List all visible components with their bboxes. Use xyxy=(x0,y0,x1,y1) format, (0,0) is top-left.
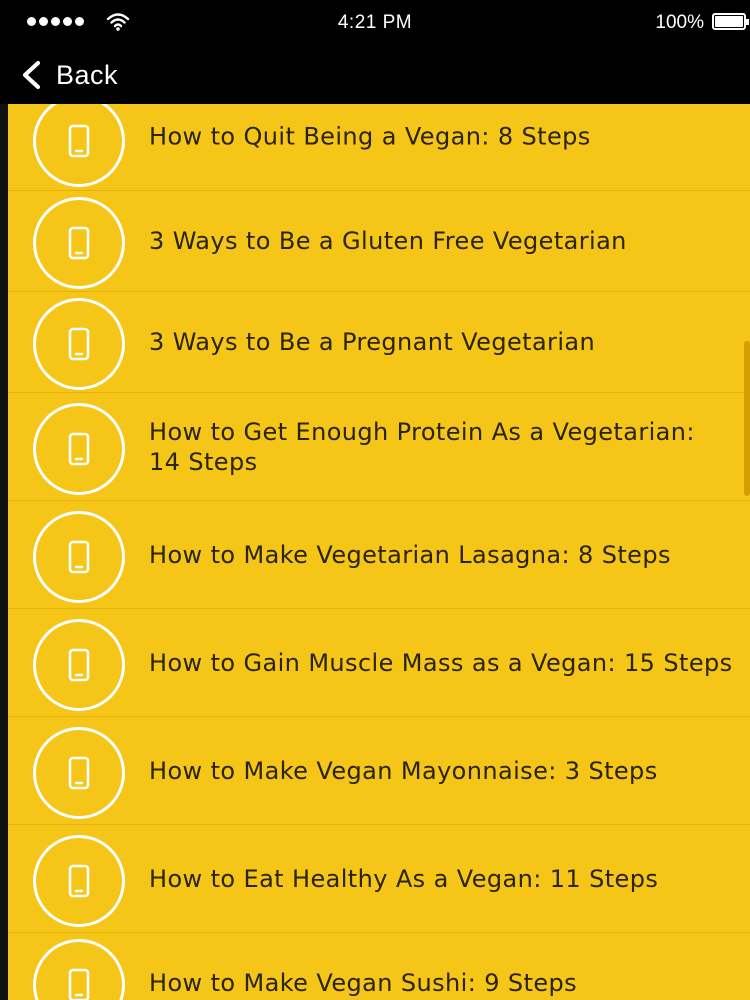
status-bar: 4:21 PM 100% xyxy=(0,0,750,46)
mobile-phone-icon xyxy=(33,402,125,495)
mobile-phone-icon xyxy=(33,939,125,1000)
mobile-phone-icon xyxy=(33,726,125,819)
scrollbar[interactable] xyxy=(744,341,750,496)
list-item-title: 3 Ways to Be a Pregnant Vegetarian xyxy=(149,328,596,356)
list-item[interactable]: How to Quit Being a Vegan: 8 Steps xyxy=(8,104,750,191)
list-item[interactable]: How to Get Enough Protein As a Vegetaria… xyxy=(8,393,750,501)
chevron-left-icon xyxy=(22,60,41,90)
list-item-title: How to Quit Being a Vegan: 8 Steps xyxy=(149,122,591,151)
back-label: Back xyxy=(56,59,119,90)
list-item-title: How to Eat Healthy As a Vegan: 11 Steps xyxy=(149,864,659,893)
app-screen: 4:21 PM 100% Back How to Quit Being a Ve… xyxy=(0,0,750,1000)
list-item-title: 3 Ways to Be a Gluten Free Vegetarian xyxy=(149,227,627,255)
list-item[interactable]: 3 Ways to Be a Pregnant Vegetarian xyxy=(8,292,750,393)
list-item-title: How to Gain Muscle Mass as a Vegan: 15 S… xyxy=(149,648,733,677)
list-item[interactable]: How to Make Vegan Sushi: 9 Steps xyxy=(8,933,750,1000)
battery-percent: 100% xyxy=(655,12,704,33)
mobile-phone-icon xyxy=(33,834,125,927)
list-item[interactable]: How to Gain Muscle Mass as a Vegan: 15 S… xyxy=(8,609,750,717)
status-time: 4:21 PM xyxy=(337,12,413,33)
battery-icon xyxy=(712,13,749,30)
article-list-container[interactable]: How to Quit Being a Vegan: 8 Steps 3 Way… xyxy=(8,104,750,1000)
back-button[interactable]: Back xyxy=(18,54,118,96)
list-item-title: How to Make Vegan Mayonnaise: 3 Steps xyxy=(149,756,658,785)
article-list: How to Quit Being a Vegan: 8 Steps 3 Way… xyxy=(8,104,750,1000)
list-item-title: How to Make Vegan Sushi: 9 Steps xyxy=(149,969,578,997)
list-item[interactable]: 3 Ways to Be a Gluten Free Vegetarian xyxy=(8,191,750,292)
list-item[interactable]: How to Make Vegan Mayonnaise: 3 Steps xyxy=(8,717,750,825)
mobile-phone-icon xyxy=(33,618,125,711)
list-item-title: How to Get Enough Protein As a Vegetaria… xyxy=(149,417,695,476)
list-item[interactable]: How to Make Vegetarian Lasagna: 8 Steps xyxy=(8,501,750,609)
list-item-title: How to Make Vegetarian Lasagna: 8 Steps xyxy=(149,540,671,569)
navigation-bar: Back xyxy=(0,46,750,104)
list-item[interactable]: How to Eat Healthy As a Vegan: 11 Steps xyxy=(8,825,750,933)
mobile-phone-icon xyxy=(33,298,125,390)
mobile-phone-icon xyxy=(33,510,125,603)
mobile-phone-icon xyxy=(33,197,125,289)
mobile-phone-icon xyxy=(33,104,125,187)
